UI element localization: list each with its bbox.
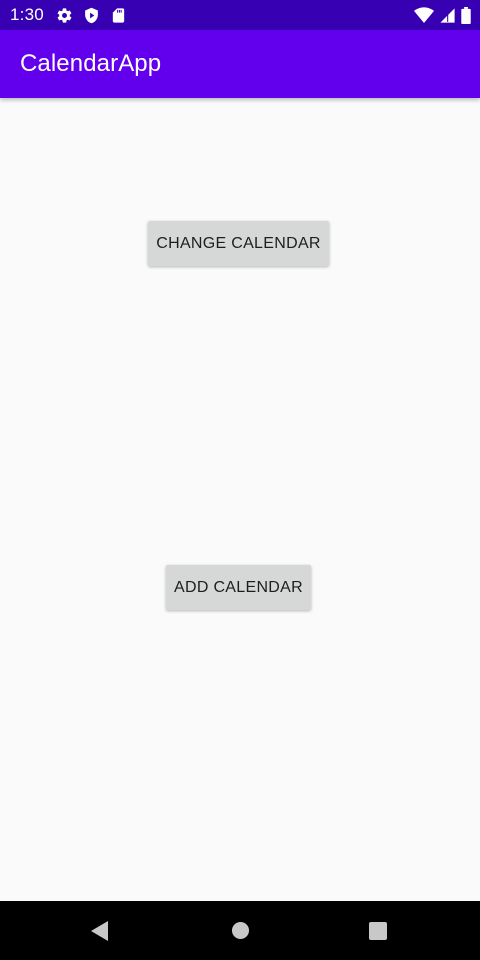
navigation-bar	[0, 901, 480, 960]
shield-play-icon	[83, 7, 100, 24]
sd-card-icon	[110, 7, 127, 24]
app-bar: CalendarApp	[0, 30, 480, 98]
change-calendar-button[interactable]: CHANGE CALENDAR	[148, 221, 329, 266]
status-system-icons	[414, 0, 471, 30]
home-icon	[231, 921, 250, 940]
add-calendar-button[interactable]: ADD CALENDAR	[166, 565, 311, 610]
status-notification-icons	[56, 7, 127, 24]
back-icon	[91, 920, 109, 941]
wifi-icon	[414, 6, 434, 24]
gear-icon	[56, 7, 73, 24]
nav-recents-button[interactable]	[338, 901, 418, 960]
app-screen: 1:30 CalendarApp CHANGE CALENDAR ADD CAL…	[0, 0, 480, 960]
status-time: 1:30	[10, 5, 44, 24]
status-bar: 1:30	[0, 0, 480, 30]
app-title: CalendarApp	[20, 50, 162, 77]
cell-signal-icon	[439, 7, 456, 24]
nav-back-button[interactable]	[60, 901, 140, 960]
nav-home-button[interactable]	[200, 901, 280, 960]
battery-icon	[461, 6, 471, 24]
recents-icon	[369, 921, 387, 940]
